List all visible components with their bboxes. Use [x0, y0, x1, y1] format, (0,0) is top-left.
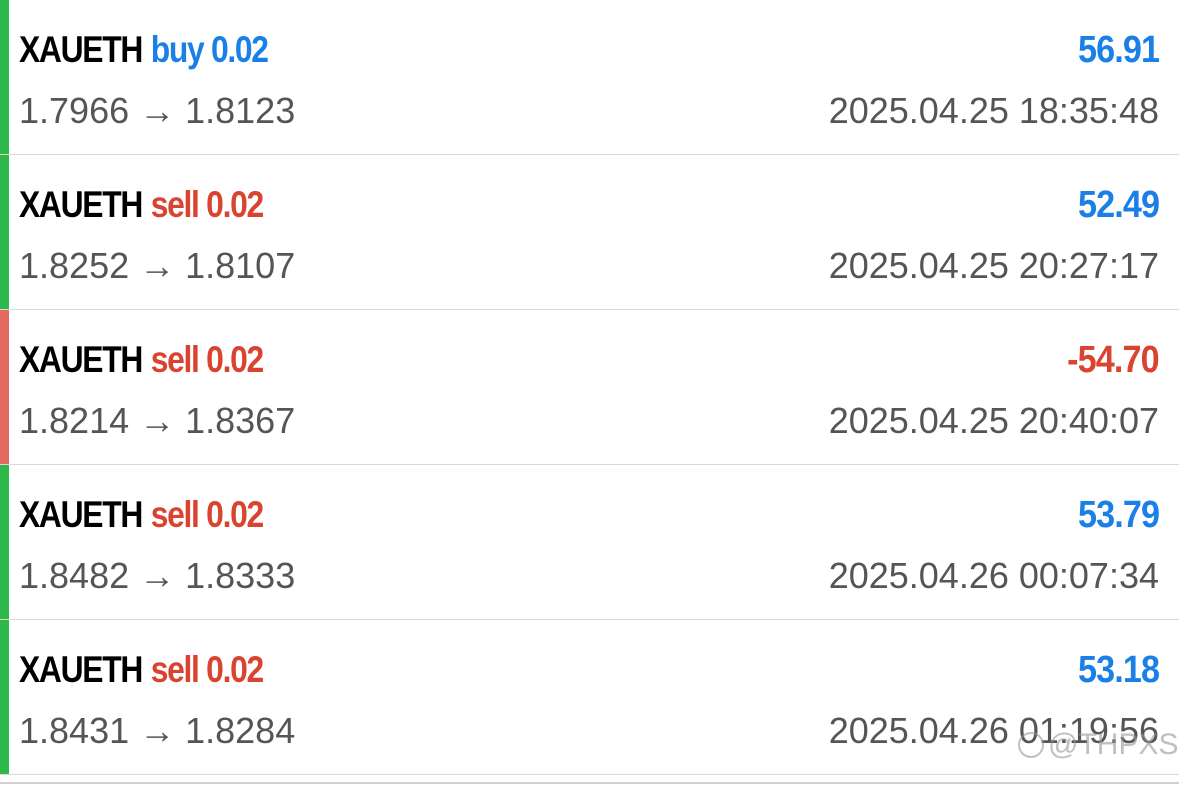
close-price: 1.8284 [185, 710, 296, 751]
open-price: 1.7966 [19, 90, 130, 131]
arrow-right-icon: → [139, 245, 176, 286]
trade-side: buy 0.02 [150, 29, 269, 70]
trade-time: 2025.04.26 00:07:34 [828, 555, 1159, 596]
arrow-right-icon: → [139, 555, 176, 596]
trade-time: 2025.04.25 20:27:17 [828, 245, 1159, 286]
trade-profit: 52.49 [1077, 183, 1160, 226]
trade-history-list: XAUETH buy 0.02 56.91 1.7966 → 1.8123 2025.… [0, 0, 1179, 782]
list-bottom-divider [0, 782, 1179, 784]
trade-profit: 53.18 [1077, 648, 1160, 691]
trade-time: 2025.04.25 20:40:07 [828, 400, 1159, 441]
trade-symbol: XAUETH [19, 184, 143, 225]
trade-title: XAUETH sell 0.02 [19, 494, 265, 536]
arrow-right-icon: → [139, 400, 176, 441]
trade-title: XAUETH buy 0.02 [19, 29, 269, 71]
trade-profit: 56.91 [1077, 28, 1160, 71]
close-price: 1.8333 [185, 555, 296, 596]
result-indicator-bar [0, 310, 9, 464]
arrow-right-icon: → [139, 710, 176, 751]
close-price: 1.8367 [185, 400, 296, 441]
trade-side: sell 0.02 [150, 339, 265, 380]
watermark-text: @THPXS [1048, 728, 1179, 761]
result-indicator-bar [0, 0, 9, 154]
trade-prices: 1.7966 → 1.8123 [19, 90, 295, 132]
trade-title: XAUETH sell 0.02 [19, 649, 265, 691]
trade-volume: 0.02 [206, 649, 264, 690]
trade-prices: 1.8482 → 1.8333 [19, 555, 295, 597]
trade-symbol: XAUETH [19, 649, 143, 690]
trade-prices: 1.8252 → 1.8107 [19, 245, 295, 287]
trade-symbol: XAUETH [19, 339, 143, 380]
open-price: 1.8214 [19, 400, 130, 441]
result-indicator-bar [0, 465, 9, 619]
trade-direction: sell [150, 339, 200, 380]
trade-volume: 0.02 [206, 494, 264, 535]
trade-prices: 1.8214 → 1.8367 [19, 400, 295, 442]
trade-symbol: XAUETH [19, 29, 143, 70]
trade-prices: 1.8431 → 1.8284 [19, 710, 295, 752]
weibo-icon [1018, 732, 1044, 758]
result-indicator-bar [0, 155, 9, 309]
trade-side: sell 0.02 [150, 494, 265, 535]
trade-symbol: XAUETH [19, 494, 143, 535]
result-indicator-bar [0, 620, 9, 774]
trade-volume: 0.02 [206, 339, 264, 380]
arrow-right-icon: → [139, 90, 176, 131]
trade-direction: buy [150, 29, 205, 70]
trade-profit: -54.70 [1067, 338, 1159, 381]
close-price: 1.8123 [185, 90, 296, 131]
trade-time: 2025.04.25 18:35:48 [828, 90, 1159, 131]
close-price: 1.8107 [185, 245, 296, 286]
open-price: 1.8431 [19, 710, 130, 751]
trade-title: XAUETH sell 0.02 [19, 339, 265, 381]
trade-direction: sell [150, 494, 200, 535]
trade-profit: 53.79 [1077, 493, 1160, 536]
open-price: 1.8482 [19, 555, 130, 596]
trade-side: sell 0.02 [150, 184, 265, 225]
open-price: 1.8252 [19, 245, 130, 286]
trade-volume: 0.02 [206, 184, 264, 225]
trade-row[interactable]: XAUETH sell 0.02 53.18 1.8431 → 1.8284 2025… [0, 620, 1179, 775]
trade-row[interactable]: XAUETH buy 0.02 56.91 1.7966 → 1.8123 2025.… [0, 0, 1179, 155]
trade-volume: 0.02 [210, 29, 269, 70]
trade-title: XAUETH sell 0.02 [19, 184, 265, 226]
trade-side: sell 0.02 [150, 649, 265, 690]
trade-direction: sell [150, 184, 200, 225]
trade-row[interactable]: XAUETH sell 0.02 52.49 1.8252 → 1.8107 2025… [0, 155, 1179, 310]
trade-row[interactable]: XAUETH sell 0.02 -54.70 1.8214 → 1.8367 202… [0, 310, 1179, 465]
trade-direction: sell [150, 649, 200, 690]
watermark: @THPXS [1018, 728, 1178, 762]
trade-row[interactable]: XAUETH sell 0.02 53.79 1.8482 → 1.8333 2025… [0, 465, 1179, 620]
